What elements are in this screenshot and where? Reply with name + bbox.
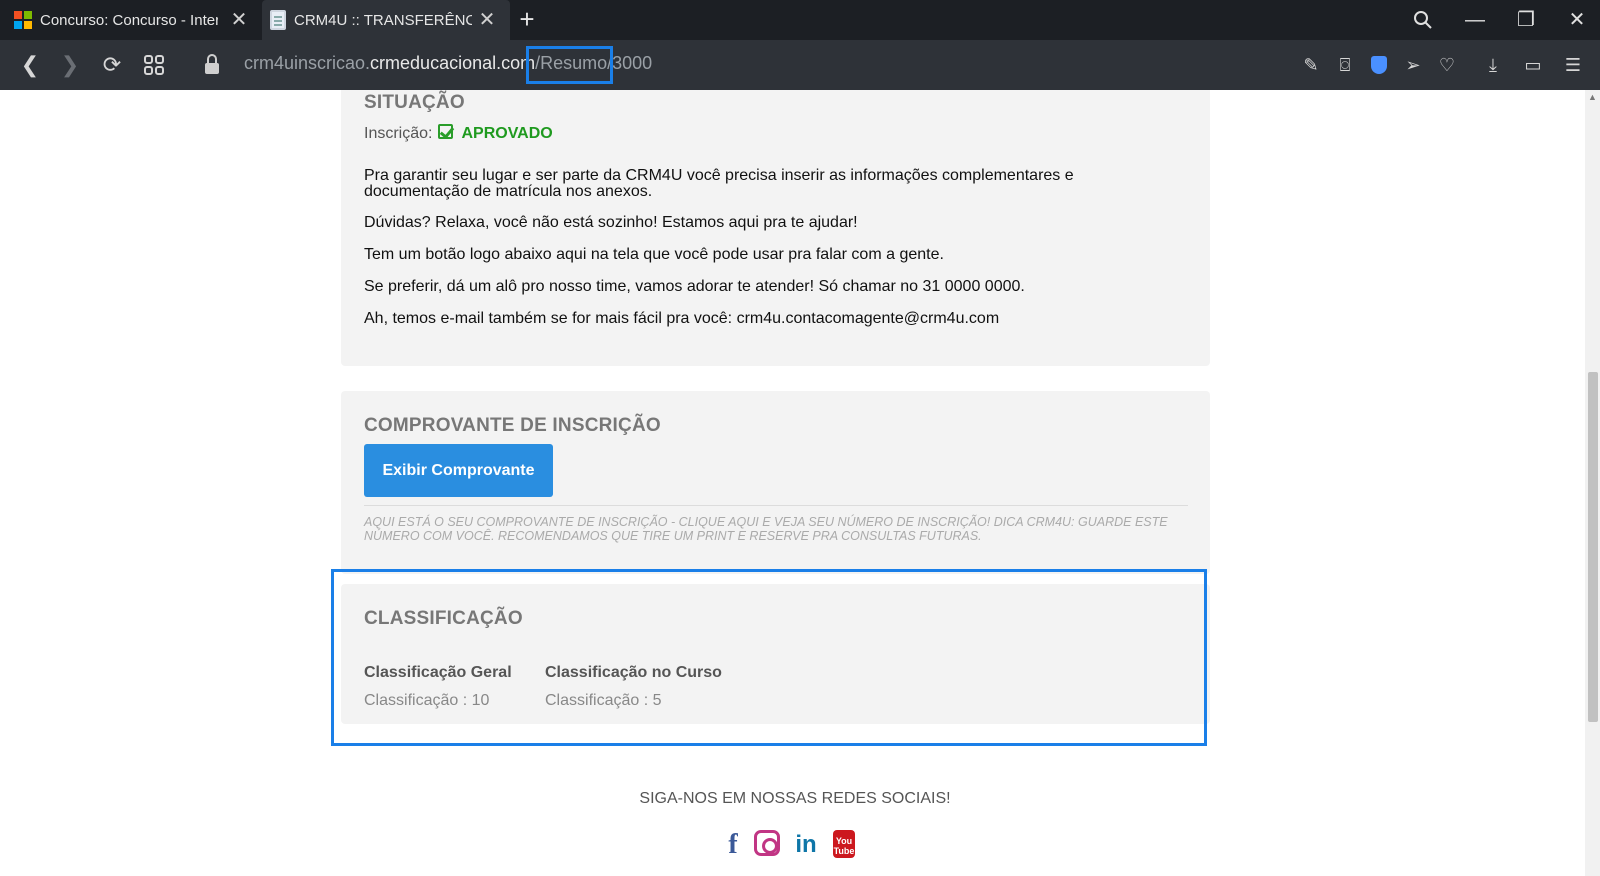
settings-menu-icon[interactable]: ☰ [1560,51,1586,79]
search-icon[interactable] [1400,0,1446,40]
facebook-icon[interactable]: f [726,829,740,860]
url-path-highlight [526,46,613,84]
classificacao-highlight-box [331,569,1207,746]
close-tab-icon[interactable]: ✕ [476,9,498,31]
page-viewport: SITUAÇÃO Inscrição: APROVADO Pra garanti… [0,90,1585,876]
divider [364,505,1188,506]
info-paragraph: Dúvidas? Relaxa, você não está sozinho! … [364,214,858,231]
browser-tab-bar: Concurso: Concurso - Interi ✕ CRM4U :: T… [0,0,1600,40]
address-bar: ❮ ❯ ⟳ crm4uinscricao.crmeducacional.com/… [0,40,1600,90]
back-button[interactable]: ❮ [14,49,46,81]
forward-button[interactable]: ❯ [54,49,86,81]
camera-icon[interactable]: ⌼ [1332,51,1358,79]
exibir-comprovante-button[interactable]: Exibir Comprovante [364,444,553,497]
lock-icon[interactable] [204,54,220,76]
reload-icon[interactable]: ⟳ [96,49,128,81]
tab-title: CRM4U :: TRANSFERÊNCIA [294,11,472,29]
send-icon[interactable]: ➢ [1400,51,1426,79]
inscricao-label: Inscrição: [364,125,433,142]
instagram-icon[interactable] [754,830,780,856]
edit-icon[interactable]: ✎ [1298,51,1324,79]
page-scrollbar[interactable]: ▲ [1585,90,1600,876]
status-badge: APROVADO [461,125,553,142]
inscricao-status-row: Inscrição: APROVADO [364,123,553,143]
close-window-button[interactable]: ✕ [1554,0,1600,40]
close-tab-icon[interactable]: ✕ [228,9,250,31]
restore-button[interactable]: ❐ [1503,0,1549,40]
heart-icon[interactable]: ♡ [1434,51,1460,79]
comprovante-note[interactable]: Aqui está o seu comprovante de inscrição… [364,515,1188,543]
tab-title: Concurso: Concurso - Interi [40,11,218,29]
info-paragraph: Se preferir, dá um alô pro nosso time, v… [364,278,1025,295]
scroll-up-icon[interactable]: ▲ [1587,92,1598,102]
tab-concurso[interactable]: Concurso: Concurso - Interi ✕ [0,0,262,40]
situacao-panel: SITUAÇÃO Inscrição: APROVADO Pra garanti… [341,90,1210,366]
shield-icon[interactable] [1366,51,1392,79]
speed-dial-icon[interactable] [138,49,170,81]
scroll-thumb[interactable] [1588,372,1598,722]
check-square-icon [438,123,454,139]
tab-crm4u[interactable]: CRM4U :: TRANSFERÊNCIA ✕ [262,0,510,40]
comprovante-panel: COMPROVANTE DE INSCRIÇÃO Exibir Comprova… [341,391,1210,574]
new-tab-button[interactable]: + [510,4,544,36]
battery-icon[interactable]: ▭ [1520,51,1546,79]
linkedin-icon[interactable]: in [792,830,820,860]
youtube-icon[interactable]: You Tube [833,830,855,858]
minimize-button[interactable]: — [1452,0,1498,40]
info-paragraph: Ah, temos e-mail também se for mais fáci… [364,310,1000,327]
situacao-title: SITUAÇÃO [364,92,465,113]
microsoft-logo-icon [14,11,32,29]
comprovante-title: COMPROVANTE DE INSCRIÇÃO [364,415,661,436]
document-icon [270,10,286,30]
follow-us-title: SIGA-NOS EM NOSSAS REDES SOCIAIS! [639,790,951,807]
download-icon[interactable]: ⤓ [1480,51,1506,79]
info-paragraph: Tem um botão logo abaixo aqui na tela qu… [364,246,944,263]
info-paragraph: Pra garantir seu lugar e ser parte da CR… [364,167,1074,200]
